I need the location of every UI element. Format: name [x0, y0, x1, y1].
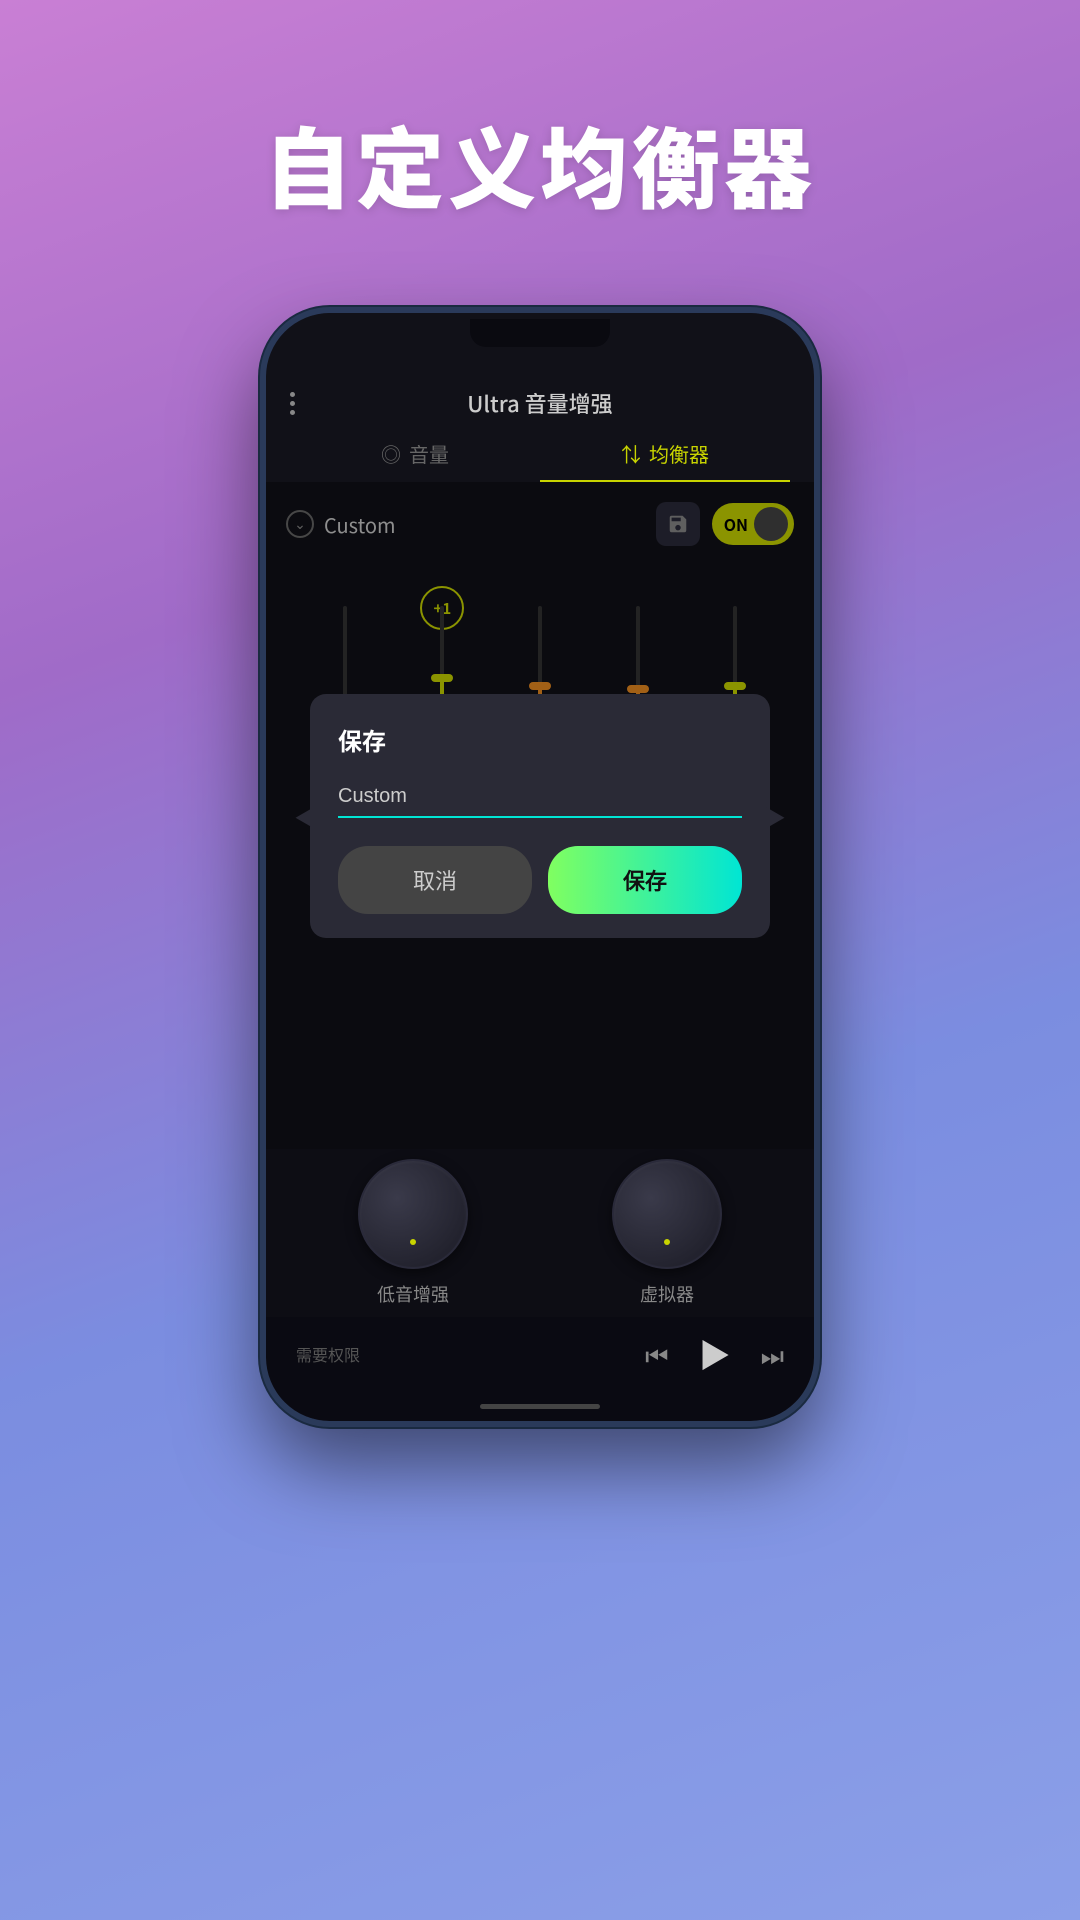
save-button[interactable]: 保存	[548, 846, 742, 914]
cancel-button[interactable]: 取消	[338, 846, 532, 914]
prev-button[interactable]: ⏮	[645, 1336, 668, 1373]
tab-eq[interactable]: ⇅ 均衡器	[540, 439, 790, 482]
next-button[interactable]: ⏭	[761, 1336, 784, 1373]
bass-boost-label: 低音增强	[377, 1281, 449, 1307]
phone-mockup: Ultra 音量增强 ◎ 音量 ⇅ 均衡器	[260, 307, 820, 1427]
eq-icon: ⇅	[621, 439, 641, 468]
header-top: Ultra 音量增强	[290, 379, 790, 427]
dialog-buttons: 取消 保存	[338, 846, 742, 914]
volume-icon: ◎	[381, 439, 401, 468]
page-title: 自定义均衡器	[264, 100, 816, 227]
app-title: Ultra 音量增强	[467, 387, 612, 419]
bottom-nav: 需要权限 ⏮ ▶ ⏭	[266, 1317, 814, 1391]
media-controls: ⏮ ▶ ⏭	[645, 1331, 784, 1377]
bass-boost-knob[interactable]	[358, 1159, 468, 1269]
tab-volume-label: 音量	[409, 439, 449, 468]
tab-eq-label: 均衡器	[649, 439, 709, 468]
home-indicator	[266, 1391, 814, 1421]
tab-volume[interactable]: ◎ 音量	[290, 439, 540, 482]
dialog-arrow-left: ◀	[294, 798, 318, 833]
save-dialog: ◀ ▶ 保存 取消 保存	[310, 694, 770, 938]
dialog-input-wrapper	[338, 777, 742, 818]
dialog-name-input[interactable]	[338, 777, 742, 816]
permission-text: 需要权限	[296, 1342, 360, 1366]
dialog-arrow-right: ▶	[762, 798, 786, 833]
virtualizer-knob[interactable]	[612, 1159, 722, 1269]
notch	[470, 319, 610, 347]
dialog-title: 保存	[338, 722, 742, 757]
nav-tabs: ◎ 音量 ⇅ 均衡器	[290, 439, 790, 482]
phone-frame: Ultra 音量增强 ◎ 音量 ⇅ 均衡器	[260, 307, 820, 1427]
app-header: Ultra 音量增强 ◎ 音量 ⇅ 均衡器	[266, 363, 814, 482]
app-content: ⌄ Custom ON	[266, 482, 814, 1149]
knobs-row: 低音增强 虚拟器	[266, 1149, 814, 1317]
play-button[interactable]: ▶	[699, 1331, 731, 1377]
menu-button[interactable]	[290, 392, 295, 415]
home-bar	[480, 1404, 600, 1409]
dialog-overlay: ◀ ▶ 保存 取消 保存	[266, 482, 814, 1149]
phone-inner: Ultra 音量增强 ◎ 音量 ⇅ 均衡器	[266, 313, 814, 1421]
virtualizer-label: 虚拟器	[640, 1281, 694, 1307]
virtualizer-knob-item: 虚拟器	[612, 1159, 722, 1307]
bass-boost-knob-item: 低音增强	[358, 1159, 468, 1307]
status-bar	[266, 313, 814, 363]
